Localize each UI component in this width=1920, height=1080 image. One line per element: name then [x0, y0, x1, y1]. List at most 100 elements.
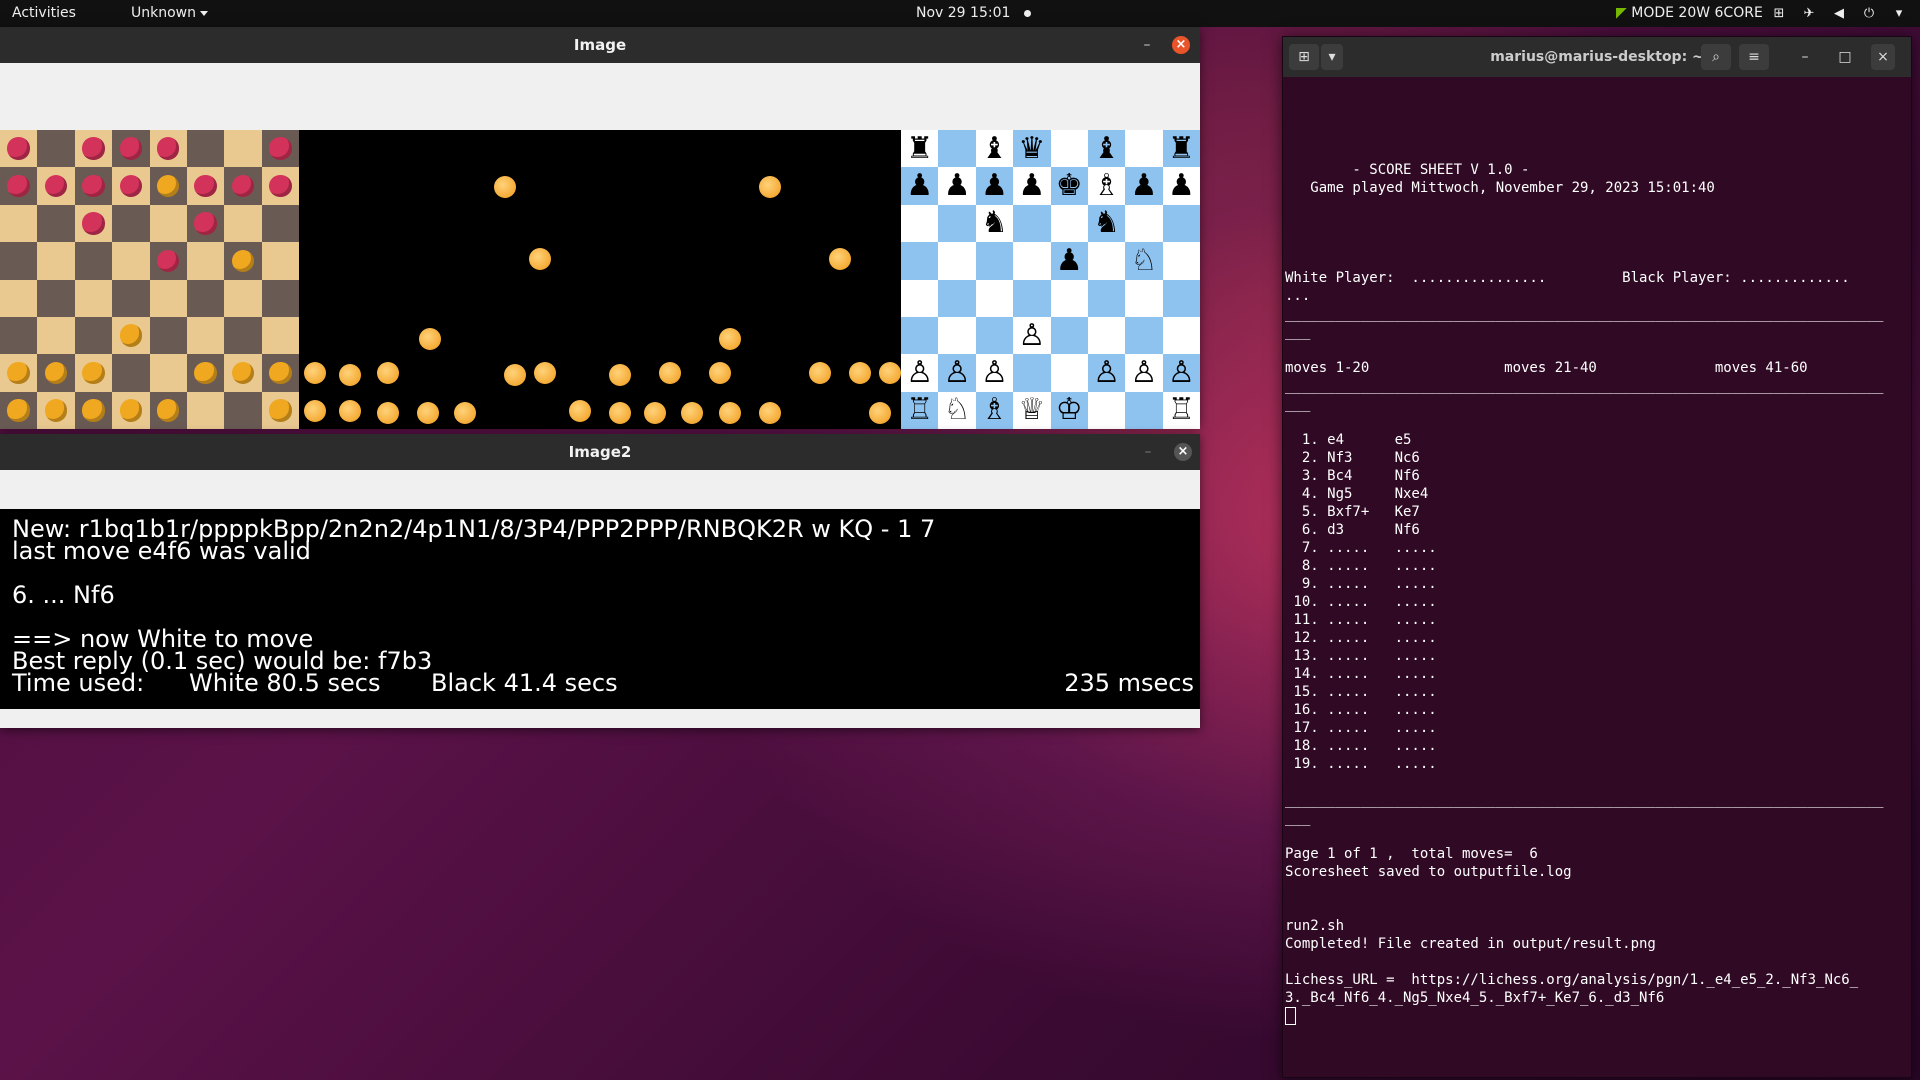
maximize-button[interactable]: □: [1833, 44, 1857, 70]
terminal-line: run2.sh: [1285, 918, 1345, 934]
mask-blob: [417, 402, 439, 424]
photo-piece: [119, 174, 143, 198]
diagram-square: ♞: [975, 204, 1014, 243]
hamburger-menu-icon[interactable]: ≡: [1739, 44, 1769, 70]
app-menu-label: Unknown: [131, 5, 196, 21]
diagram-square: [1087, 242, 1126, 280]
photo-square: [37, 242, 75, 280]
diagram-square: [1013, 279, 1051, 317]
mask-blob: [529, 248, 551, 270]
clock[interactable]: Nov 29 15:01: [916, 0, 1032, 27]
diagram-square: [938, 204, 976, 243]
cursor-icon: [1285, 1007, 1296, 1025]
terminal-line: 7. ..... .....: [1285, 540, 1437, 556]
close-button[interactable]: ×: [1871, 44, 1895, 70]
terminal-header[interactable]: ⊞ ▾ marius@marius-desktop: ~ ⌕ ≡ – □ ×: [1283, 37, 1911, 77]
photo-square: [0, 316, 38, 355]
terminal-line: 11. ..... .....: [1285, 612, 1437, 628]
network-icon[interactable]: ⊞: [1772, 6, 1786, 21]
activities-button[interactable]: Activities: [12, 0, 76, 27]
photo-piece: [194, 174, 217, 198]
volume-icon[interactable]: ◀: [1832, 6, 1846, 21]
diagram-square: [901, 242, 939, 280]
mask-blob: [849, 362, 871, 384]
diagram-square: ♙: [1125, 354, 1163, 392]
photo-square: [186, 391, 225, 429]
diagram-square: ♟: [1050, 242, 1088, 280]
diagram-square: [1050, 354, 1088, 392]
photo-square: [112, 279, 150, 317]
mask-blob: [609, 402, 631, 424]
diagram-square: [1087, 391, 1126, 429]
terminal-line: 4. Ng5 Nxe4: [1285, 486, 1429, 502]
diagram-square: ♗: [975, 391, 1014, 429]
terminal-line: Completed! File created in output/result…: [1285, 936, 1656, 952]
photo-piece: [82, 174, 105, 198]
mask-blob: [569, 400, 591, 422]
diagram-square: ♙: [975, 354, 1014, 392]
photo-square: [186, 316, 225, 355]
terminal-line: ________________________________________…: [1285, 378, 1884, 394]
mask-blob: [454, 402, 476, 424]
terminal-line: 18. ..... .....: [1285, 738, 1437, 754]
chevron-down-icon[interactable]: ▾: [1892, 6, 1906, 21]
photo-square: [261, 279, 299, 317]
mask-blob: [504, 364, 526, 386]
power-icon[interactable]: ⏻: [1862, 6, 1876, 21]
airplane-icon[interactable]: ✈: [1802, 6, 1816, 21]
terminal-line: 10. ..... .....: [1285, 594, 1437, 610]
diagram-square: [1050, 204, 1088, 243]
close-button[interactable]: ×: [1174, 443, 1192, 461]
terminal-line: 13. ..... .....: [1285, 648, 1437, 664]
mask-blob: [419, 328, 441, 350]
diagram-square: ♞: [1087, 204, 1126, 243]
terminal-line: ___: [1285, 810, 1311, 826]
diagram-square: ♙: [901, 354, 939, 392]
photo-square: [112, 354, 150, 392]
photo-square: [224, 130, 262, 168]
terminal-line: - SCORE SHEET V 1.0 -: [1285, 162, 1530, 178]
terminal-window: ⊞ ▾ marius@marius-desktop: ~ ⌕ ≡ – □ × -…: [1282, 36, 1912, 1078]
photo-piece: [119, 399, 143, 422]
minimize-button[interactable]: –: [1138, 36, 1156, 54]
gpu-mode-indicator[interactable]: ◤ MODE 20W 6CORE: [1616, 0, 1763, 27]
diagram-square: ♗: [1087, 167, 1126, 205]
mask-blob: [759, 402, 781, 424]
terminal-output[interactable]: - SCORE SHEET V 1.0 - Game played Mittwo…: [1285, 89, 1907, 1073]
diagram-square: ♟: [1125, 167, 1163, 205]
image-window-titlebar[interactable]: Image: [0, 27, 1200, 63]
close-button[interactable]: ×: [1172, 36, 1190, 54]
photo-piece: [44, 399, 68, 422]
photo-piece: [119, 137, 143, 160]
terminal-line: White Player: ................ Black Pla…: [1285, 270, 1850, 286]
diagram-square: [1162, 242, 1200, 280]
photo-piece: [119, 324, 143, 347]
diagram-square: ♕: [1013, 391, 1051, 429]
terminal-line: 15. ..... .....: [1285, 684, 1437, 700]
terminal-prompt[interactable]: [1285, 1007, 1907, 1025]
diagram-square: [975, 279, 1014, 317]
photo-square: [224, 391, 262, 429]
app-menu[interactable]: Unknown: [131, 0, 208, 27]
image2-window-titlebar[interactable]: Image2: [0, 434, 1200, 470]
photo-square: [261, 242, 299, 280]
time-used-label: Time used:: [12, 669, 145, 697]
search-icon[interactable]: ⌕: [1701, 44, 1731, 70]
diagram-square: [938, 242, 976, 280]
photo-piece: [82, 212, 105, 235]
minimize-button[interactable]: –: [1793, 44, 1817, 70]
terminal-line: 1. e4 e5: [1285, 432, 1412, 448]
terminal-line: Lichess_URL = https://lichess.org/analys…: [1285, 972, 1859, 988]
photo-piece: [269, 361, 292, 385]
diagram-square: ♜: [1162, 130, 1200, 168]
mask-blob: [869, 402, 891, 424]
minimize-button[interactable]: –: [1139, 443, 1157, 461]
diagram-square: ♜: [901, 130, 939, 168]
engine-msecs: 235 msecs: [1064, 669, 1194, 697]
diagram-square: ♔: [1050, 391, 1088, 429]
photo-square: [261, 204, 299, 243]
